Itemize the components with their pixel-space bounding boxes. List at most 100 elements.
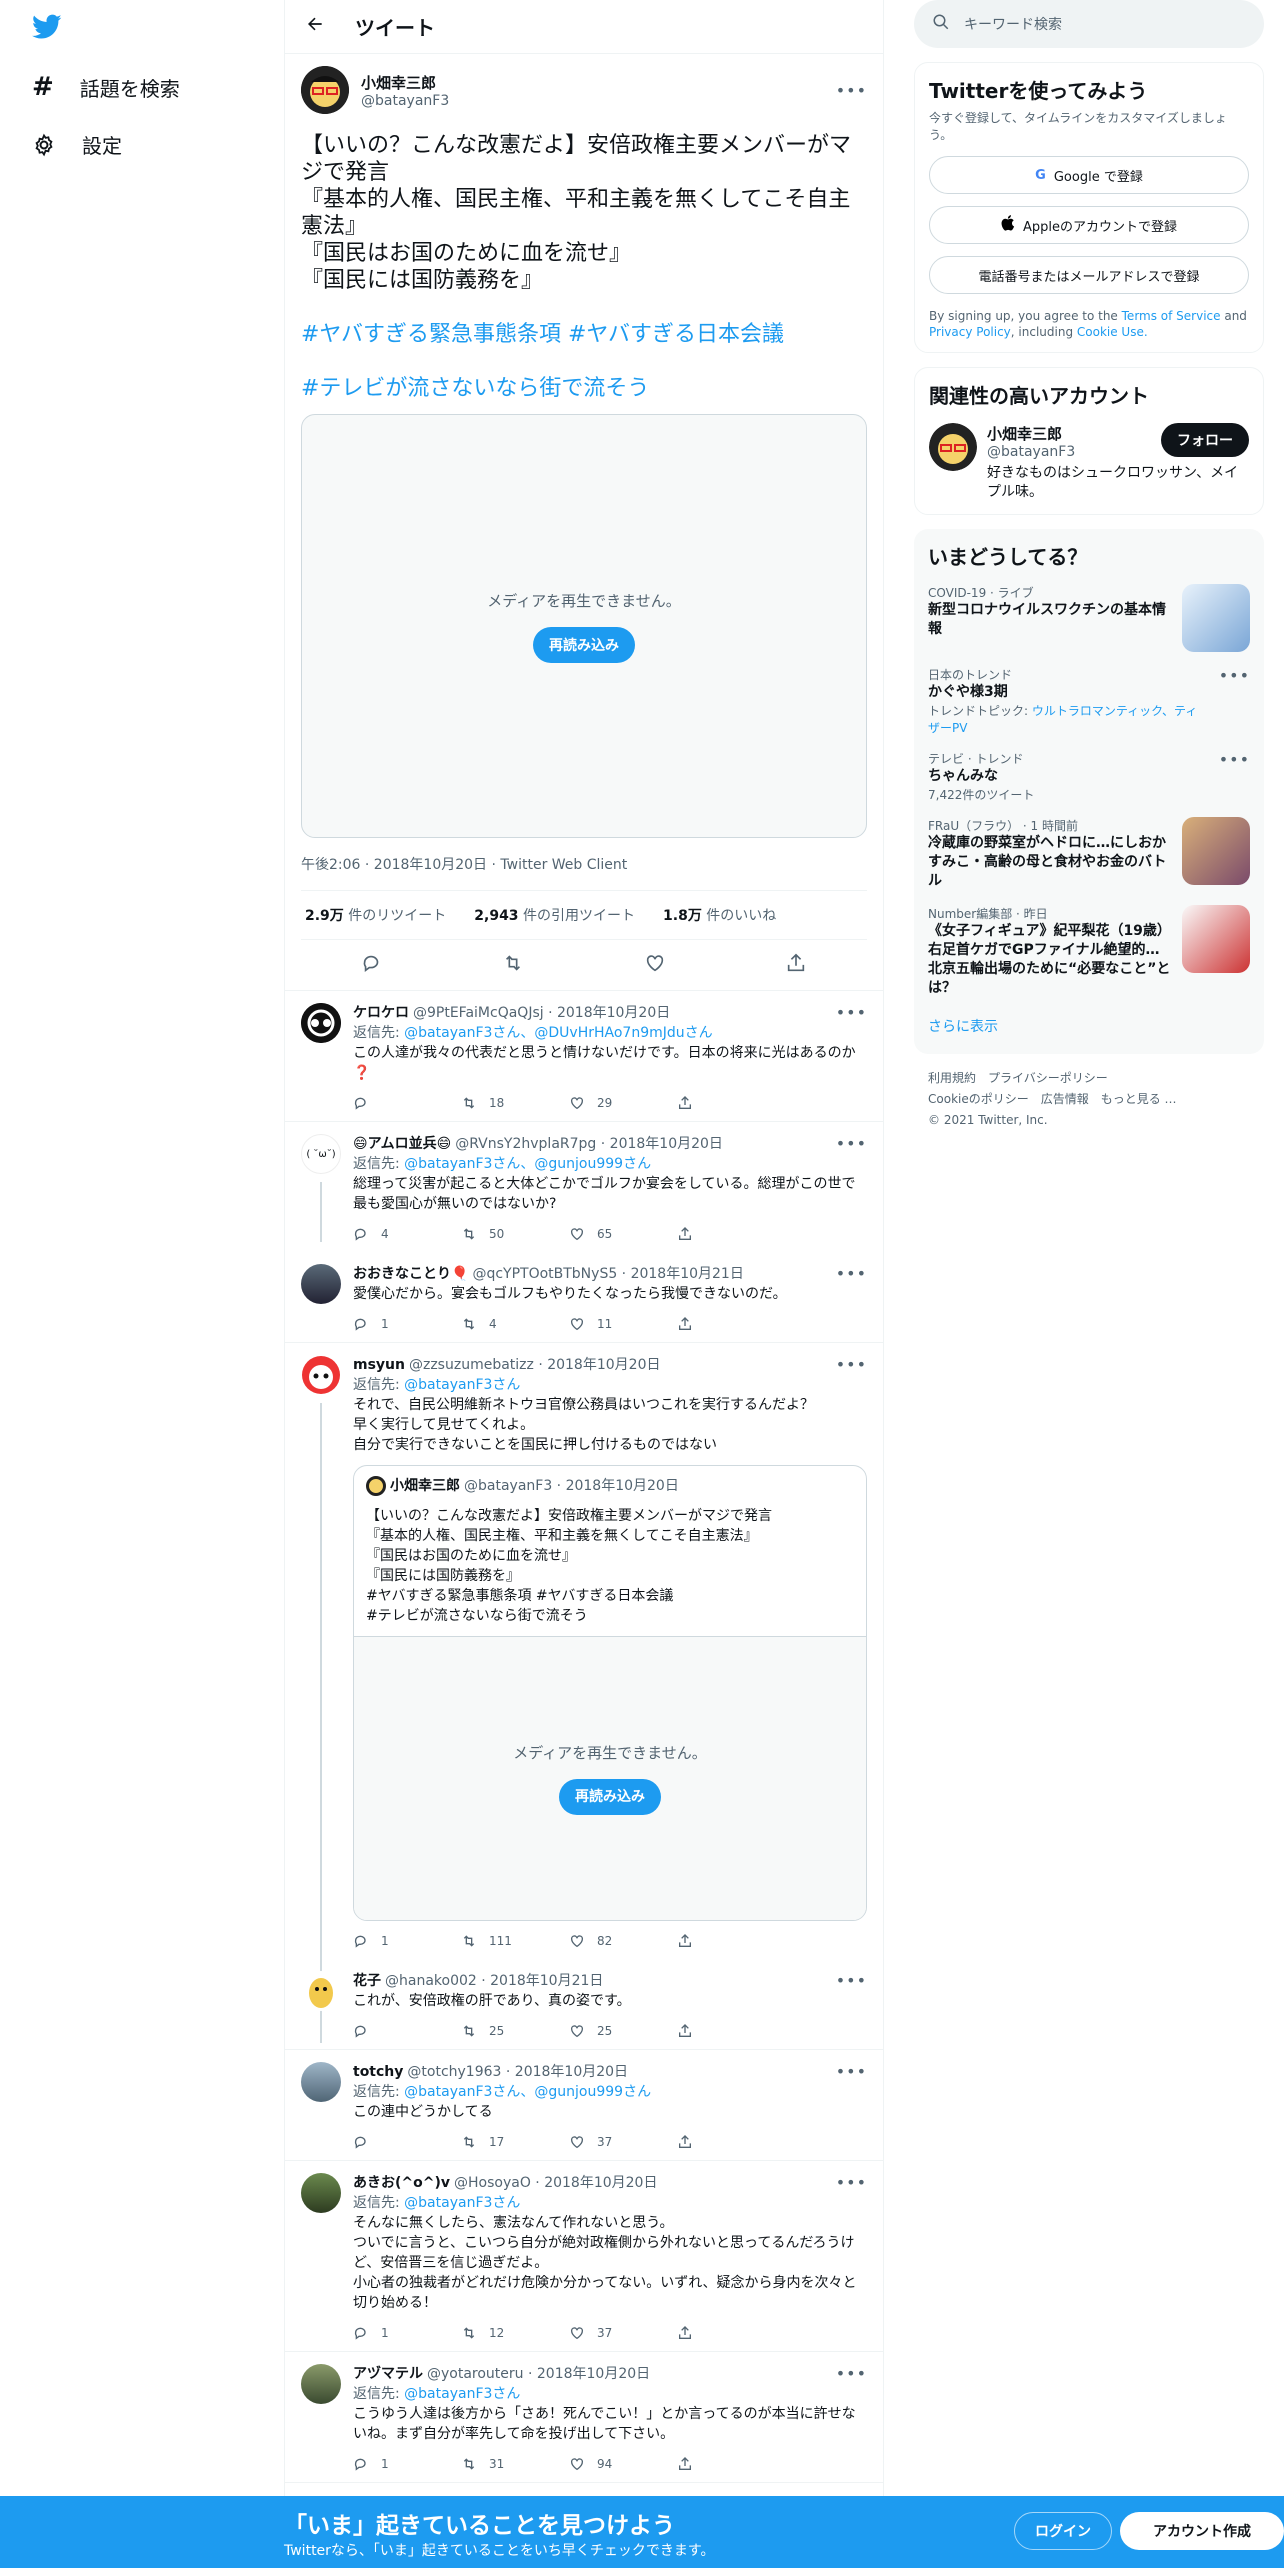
show-more-link[interactable]: さらに表示 bbox=[928, 1016, 1250, 1042]
avatar[interactable] bbox=[301, 2173, 341, 2213]
avatar[interactable] bbox=[929, 423, 977, 471]
reply-tweet[interactable]: msyun @zzsuzumebatizz · 2018年10月20日 ••• 返信… bbox=[285, 1343, 883, 2043]
reply-icon[interactable]: 1 bbox=[353, 2454, 461, 2474]
user-handle[interactable]: @batayanF3 bbox=[361, 93, 449, 109]
like-icon[interactable]: 37 bbox=[569, 2323, 677, 2343]
more-icon[interactable]: ••• bbox=[836, 81, 867, 100]
avatar[interactable] bbox=[301, 66, 349, 114]
reply-author[interactable]: totchy bbox=[353, 2062, 403, 2082]
reload-button[interactable]: 再読み込み bbox=[533, 626, 635, 663]
avatar[interactable]: ( ˘ω˘) bbox=[301, 1134, 341, 1174]
reply-author[interactable]: アヅマテル bbox=[353, 2364, 423, 2384]
reply-handle[interactable]: @zzsuzumebatizz · 2018年10月20日 bbox=[409, 1355, 661, 1375]
like-icon[interactable]: 94 bbox=[569, 2454, 677, 2474]
share-icon[interactable] bbox=[677, 1314, 785, 1334]
quote-count[interactable]: 2,943 件の引用ツイート bbox=[474, 905, 635, 925]
quoted-tweet[interactable]: 小畑幸三郎 @batayanF3 · 2018年10月20日 【いいの？こんな改… bbox=[353, 1465, 867, 1921]
retweet-icon[interactable]: 12 bbox=[461, 2323, 569, 2343]
cookie-link[interactable]: Cookie Use. bbox=[1077, 325, 1148, 339]
more-icon[interactable]: ••• bbox=[836, 2364, 867, 2384]
retweet-count[interactable]: 2.9万 件のリツイート bbox=[305, 905, 446, 925]
avatar[interactable] bbox=[301, 2364, 341, 2404]
related-handle[interactable]: @batayanF3 bbox=[987, 444, 1075, 460]
twitter-logo-icon[interactable] bbox=[32, 14, 62, 44]
reply-icon[interactable] bbox=[353, 2021, 461, 2041]
phone-email-signup-button[interactable]: 電話番号またはメールアドレスで登録 bbox=[929, 256, 1249, 294]
share-icon[interactable] bbox=[785, 952, 807, 978]
share-icon[interactable] bbox=[677, 1224, 785, 1244]
reply-author[interactable]: あきお(^o^)v bbox=[353, 2173, 450, 2193]
footer-line-1[interactable]: 利用規約 プライバシーポリシー bbox=[928, 1068, 1250, 1089]
more-icon[interactable]: ••• bbox=[836, 1003, 867, 1023]
hashtag-line-1[interactable]: #ヤバすぎる緊急事態条項 #ヤバすぎる日本会議 bbox=[301, 322, 784, 347]
more-icon[interactable]: ••• bbox=[1219, 750, 1250, 803]
like-icon[interactable]: 37 bbox=[569, 2132, 677, 2152]
login-button[interactable]: ログイン bbox=[1014, 2512, 1112, 2550]
more-icon[interactable]: ••• bbox=[836, 2062, 867, 2082]
related-name[interactable]: 小畑幸三郎 bbox=[987, 423, 1075, 444]
like-count[interactable]: 1.8万 件のいいね bbox=[663, 905, 776, 925]
share-icon[interactable] bbox=[677, 1093, 785, 1113]
retweet-icon[interactable]: 31 bbox=[461, 2454, 569, 2474]
more-icon[interactable]: ••• bbox=[836, 1264, 867, 1284]
retweet-icon[interactable]: 4 bbox=[461, 1314, 569, 1334]
reply-handle[interactable]: @hanako002 · 2018年10月21日 bbox=[385, 1971, 603, 1991]
hashtags[interactable]: #ヤバすぎる緊急事態条項 #ヤバすぎる日本会議 #テレビが流さないなら街で流そう bbox=[301, 294, 867, 402]
footer-line-2[interactable]: Cookieのポリシー 広告情報 もっと見る … bbox=[928, 1089, 1250, 1110]
nav-explore[interactable]: # 話題を検索 bbox=[32, 72, 180, 102]
reload-button[interactable]: 再読み込み bbox=[559, 1778, 661, 1815]
share-icon[interactable] bbox=[677, 2021, 785, 2041]
like-icon[interactable]: 11 bbox=[569, 1314, 677, 1334]
avatar[interactable] bbox=[301, 1264, 341, 1304]
avatar[interactable] bbox=[301, 1971, 341, 2011]
share-icon[interactable] bbox=[677, 2132, 785, 2152]
reply-tweet[interactable]: あきお(^o^)v @HosoyaO · 2018年10月20日 ••• 返信先: … bbox=[285, 2161, 883, 2352]
avatar[interactable] bbox=[301, 1355, 341, 1395]
like-icon[interactable]: 29 bbox=[569, 1093, 677, 1113]
reply-tweet[interactable]: ( ˘ω˘) 😄アムロ並兵😄 @RVnsY2hvplaR7pg · 2018年10… bbox=[285, 1122, 883, 1252]
reply-icon[interactable]: 1 bbox=[353, 1931, 461, 1951]
like-icon[interactable]: 82 bbox=[569, 1931, 677, 1951]
more-icon[interactable]: ••• bbox=[836, 1134, 867, 1154]
reply-icon[interactable] bbox=[361, 952, 383, 978]
hashtag-line-2[interactable]: #テレビが流さないなら街で流そう bbox=[301, 376, 649, 401]
terms-link[interactable]: Terms of Service bbox=[1122, 309, 1221, 323]
like-icon[interactable]: 65 bbox=[569, 1224, 677, 1244]
trend-item[interactable]: テレビ · トレンド ちゃんみな 7,422件のツイート ••• bbox=[928, 750, 1250, 803]
avatar[interactable] bbox=[301, 1003, 341, 1043]
apple-signup-button[interactable]: Appleのアカウントで登録 bbox=[929, 206, 1249, 244]
privacy-link[interactable]: Privacy Policy bbox=[929, 325, 1011, 339]
reply-tweet[interactable]: totchy @totchy1963 · 2018年10月20日 ••• 返信先: … bbox=[285, 2050, 883, 2161]
more-icon[interactable]: ••• bbox=[1219, 666, 1250, 736]
reply-handle[interactable]: @9PtEFaiMcQaQJsj · 2018年10月20日 bbox=[413, 1003, 670, 1023]
like-icon[interactable]: 25 bbox=[569, 2021, 677, 2041]
reply-author[interactable]: msyun bbox=[353, 1355, 405, 1375]
reply-author[interactable]: おおきなことり🎈 bbox=[353, 1264, 468, 1284]
follow-button[interactable]: フォロー bbox=[1161, 423, 1249, 457]
reply-handle[interactable]: @totchy1963 · 2018年10月20日 bbox=[407, 2062, 628, 2082]
reply-handle[interactable]: @qcYPTOotBTbNyS5 · 2018年10月21日 bbox=[472, 1264, 743, 1284]
share-icon[interactable] bbox=[677, 2454, 785, 2474]
reply-handle[interactable]: @HosoyaO · 2018年10月20日 bbox=[454, 2173, 657, 2193]
retweet-icon[interactable]: 111 bbox=[461, 1931, 569, 1951]
reply-icon[interactable]: 4 bbox=[353, 1224, 461, 1244]
trend-item[interactable]: Number編集部 · 昨日 《女子フィギュア》紀平梨花（19歳）右足首ケガでGP… bbox=[928, 905, 1250, 998]
reply-icon[interactable]: 1 bbox=[353, 2323, 461, 2343]
reply-author[interactable]: 花子 bbox=[353, 1971, 381, 1991]
reply-tweet[interactable]: おおきなことり🎈 @qcYPTOotBTbNyS5 · 2018年10月21日 ••… bbox=[285, 1252, 883, 1343]
reply-tweet[interactable]: ケロケロ @9PtEFaiMcQaQJsj · 2018年10月20日 ••• 返信… bbox=[285, 991, 883, 1122]
reply-author[interactable]: ケロケロ bbox=[353, 1003, 409, 1023]
search-input[interactable]: キーワード検索 bbox=[914, 0, 1264, 48]
trend-item[interactable]: COVID-19 · ライブ 新型コロナウイルスワクチンの基本情報 bbox=[928, 584, 1250, 652]
retweet-icon[interactable] bbox=[502, 952, 524, 978]
reply-handle[interactable]: @RVnsY2hvplaR7pg · 2018年10月20日 bbox=[455, 1134, 723, 1154]
retweet-icon[interactable]: 25 bbox=[461, 2021, 569, 2041]
user-name[interactable]: 小畑幸三郎 bbox=[361, 72, 449, 93]
avatar[interactable] bbox=[301, 2062, 341, 2102]
media-player[interactable]: メディアを再生できません。 再読み込み bbox=[354, 1636, 866, 1920]
more-icon[interactable]: ••• bbox=[836, 1355, 867, 1375]
trend-item[interactable]: FRaU（フラウ） · 1 時間前 冷蔵庫の野菜室がヘドロに…にしおかすみこ・高齢… bbox=[928, 817, 1250, 891]
reply-icon[interactable] bbox=[353, 2132, 461, 2152]
more-icon[interactable]: ••• bbox=[836, 1971, 867, 1991]
reply-handle[interactable]: @yotarouteru · 2018年10月20日 bbox=[427, 2364, 650, 2384]
